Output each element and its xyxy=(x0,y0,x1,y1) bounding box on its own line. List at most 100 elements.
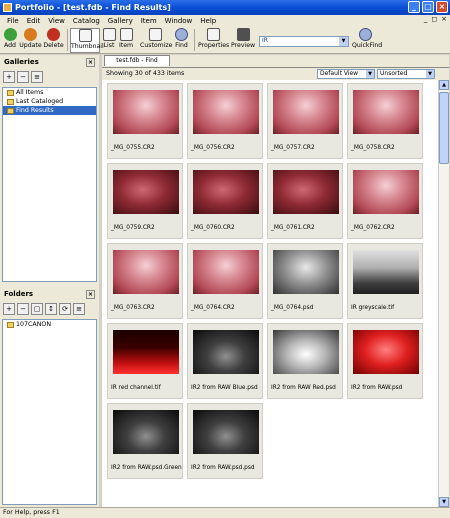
delete-folder-icon[interactable]: − xyxy=(17,303,29,315)
toolbar-separator xyxy=(67,29,68,51)
thumbnail-caption: IR red channel.tif xyxy=(111,385,161,391)
vertical-scrollbar[interactable]: ▲ ▼ xyxy=(438,80,449,507)
thumbnail-cell[interactable]: IR2 from RAW.psd.Green xyxy=(107,403,183,479)
scroll-up-icon[interactable]: ▲ xyxy=(439,80,449,90)
thumbnail-caption: _MG_0762.CR2 xyxy=(351,225,395,231)
menu-view[interactable]: View xyxy=(44,17,69,25)
open-folder-icon[interactable]: ▢ xyxy=(31,303,43,315)
add-button[interactable]: Add xyxy=(2,28,18,53)
folders-header: Folders × xyxy=(4,290,95,299)
item-button[interactable]: Item xyxy=(118,28,134,53)
thumbnail-caption: _MG_0757.CR2 xyxy=(271,145,315,151)
new-folder-icon[interactable]: + xyxy=(3,303,15,315)
thumbnail-image xyxy=(193,410,259,454)
customize-icon xyxy=(148,28,162,41)
thumbnail-caption: IR2 from RAW.psd.psd xyxy=(191,465,255,471)
thumbnail-cell[interactable]: _MG_0764.psd xyxy=(267,243,343,319)
menu-window[interactable]: Window xyxy=(161,17,197,25)
thumbnail-cell[interactable]: _MG_0760.CR2 xyxy=(187,163,263,239)
gallery-item-all-items[interactable]: All Items xyxy=(3,88,96,97)
thumbnail-image xyxy=(113,330,179,374)
menu-catalog[interactable]: Catalog xyxy=(69,17,104,25)
status-bar: For Help, press F1 xyxy=(0,507,450,518)
thumbnail-image xyxy=(273,330,339,374)
gallery-item-find-results[interactable]: Find Results xyxy=(3,106,96,115)
thumbnail-cell[interactable]: IR2 from RAW Red.psd xyxy=(267,323,343,399)
list-button[interactable]: List xyxy=(102,28,116,53)
folder-item-107canon[interactable]: 107CANON xyxy=(3,320,96,329)
thumbnail-caption: IR2 from RAW.psd xyxy=(351,385,403,391)
customize-button[interactable]: Customize xyxy=(140,28,172,53)
thumbnail-cell[interactable]: _MG_0763.CR2 xyxy=(107,243,183,319)
mdi-minimize-icon[interactable]: _ xyxy=(424,15,428,23)
menu-gallery[interactable]: Gallery xyxy=(104,17,137,25)
scroll-thumb[interactable] xyxy=(439,92,449,164)
tab-find-results[interactable]: test.fdb - Find Results xyxy=(104,55,170,74)
menu-help[interactable]: Help xyxy=(196,17,220,25)
thumbnail-cell[interactable]: IR2 from RAW.psd.psd xyxy=(187,403,263,479)
properties-button[interactable]: Properties xyxy=(198,28,229,53)
thumbnail-cell[interactable]: _MG_0756.CR2 xyxy=(187,83,263,159)
thumbnail-cell[interactable]: _MG_0755.CR2 xyxy=(107,83,183,159)
new-gallery-icon[interactable]: + xyxy=(3,71,15,83)
mdi-restore-icon[interactable]: ◻ xyxy=(431,15,437,23)
maximize-icon[interactable]: □ xyxy=(422,1,434,13)
close-icon[interactable]: × xyxy=(86,58,95,67)
gallery-item-last-cataloged[interactable]: Last Cataloged xyxy=(3,97,96,106)
sync-folder-icon[interactable]: ⟳ xyxy=(59,303,71,315)
view-select[interactable]: Default View ▼ xyxy=(317,69,375,79)
thumbnail-cell[interactable]: IR red channel.tif xyxy=(107,323,183,399)
thumbnail-cell[interactable]: _MG_0759.CR2 xyxy=(107,163,183,239)
thumbnail-cell[interactable]: _MG_0758.CR2 xyxy=(347,83,423,159)
item-view-icon xyxy=(119,28,133,41)
thumbnail-image xyxy=(193,330,259,374)
move-folder-icon[interactable]: ↕ xyxy=(45,303,57,315)
quickfind-button[interactable]: QuickFind xyxy=(352,28,382,53)
menu-file[interactable]: File xyxy=(3,17,23,25)
thumbnail-caption: IR greyscale.tif xyxy=(351,305,395,311)
close-icon[interactable]: × xyxy=(436,1,448,13)
mdi-close-icon[interactable]: × xyxy=(441,15,447,23)
thumbnail-image xyxy=(193,250,259,294)
title-bar: Portfolio - [test.fdb - Find Results] _ … xyxy=(0,0,450,15)
thumbnail-cell[interactable]: IR2 from RAW Blue.psd xyxy=(187,323,263,399)
close-icon[interactable]: × xyxy=(86,290,95,299)
minimize-icon[interactable]: _ xyxy=(408,1,420,13)
thumbnail-cell[interactable]: _MG_0757.CR2 xyxy=(267,83,343,159)
quickfind-icon xyxy=(359,28,372,41)
thumbnail-image xyxy=(113,410,179,454)
scroll-down-icon[interactable]: ▼ xyxy=(439,497,449,507)
folder-properties-icon[interactable]: ≡ xyxy=(73,303,85,315)
chevron-down-icon[interactable]: ▼ xyxy=(339,37,348,46)
gallery-properties-icon[interactable]: ≡ xyxy=(31,71,43,83)
thumbnail-image xyxy=(113,90,179,134)
thumbnail-cell[interactable]: _MG_0762.CR2 xyxy=(347,163,423,239)
thumbnail-cell[interactable]: IR greyscale.tif xyxy=(347,243,423,319)
folders-list: 107CANON xyxy=(2,319,97,505)
thumbnail-image xyxy=(353,90,419,134)
delete-button[interactable]: Delete xyxy=(43,28,64,53)
menu-item[interactable]: Item xyxy=(137,17,161,25)
folder-icon xyxy=(7,321,14,328)
preview-button[interactable]: Preview xyxy=(231,28,255,53)
thumbnail-cell[interactable]: IR2 from RAW.psd xyxy=(347,323,423,399)
menu-bar: File Edit View Catalog Gallery Item Wind… xyxy=(0,15,450,26)
thumbnail-button[interactable]: Thumbnail xyxy=(70,28,104,53)
quickfind-input[interactable]: IR ▼ xyxy=(259,36,349,47)
chevron-down-icon[interactable]: ▼ xyxy=(426,70,434,78)
thumbnail-caption: _MG_0760.CR2 xyxy=(191,225,235,231)
thumbnail-caption: _MG_0764.CR2 xyxy=(191,305,235,311)
update-button[interactable]: Update xyxy=(19,28,42,53)
thumbnail-cell[interactable]: _MG_0761.CR2 xyxy=(267,163,343,239)
find-icon xyxy=(175,28,188,41)
galleries-header: Galleries × xyxy=(4,58,95,67)
sort-select[interactable]: Unsorted ▼ xyxy=(377,69,435,79)
menu-edit[interactable]: Edit xyxy=(23,17,45,25)
thumbnail-caption: _MG_0756.CR2 xyxy=(191,145,235,151)
thumbnail-caption: _MG_0755.CR2 xyxy=(111,145,155,151)
chevron-down-icon[interactable]: ▼ xyxy=(366,70,374,78)
thumbnail-cell[interactable]: _MG_0764.CR2 xyxy=(187,243,263,319)
find-button[interactable]: Find xyxy=(173,28,190,53)
thumbnail-caption: _MG_0764.psd xyxy=(271,305,314,311)
delete-gallery-icon[interactable]: − xyxy=(17,71,29,83)
